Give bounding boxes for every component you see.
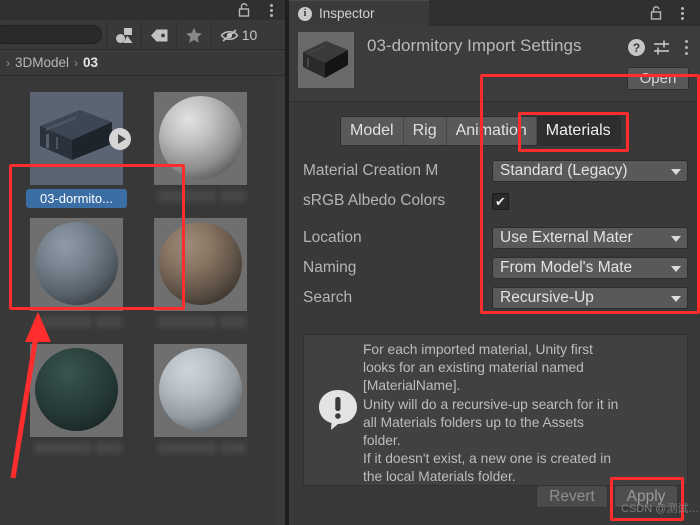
label-filter-button[interactable] — [141, 22, 176, 48]
info-icon: i — [298, 6, 312, 21]
asset-label-overflow — [220, 442, 246, 454]
asset-label — [158, 442, 216, 454]
hidden-filter-button[interactable]: 10 — [211, 22, 265, 48]
material-creation-mode-label: Material Creation M — [303, 162, 439, 179]
kebab-menu-icon[interactable] — [264, 2, 278, 18]
play-icon — [117, 134, 126, 144]
kebab-menu-icon[interactable] — [675, 5, 689, 21]
box-model-preview-icon — [40, 110, 112, 160]
tab-inspector[interactable]: i Inspector — [289, 0, 429, 26]
asset-label-overflow — [96, 316, 122, 328]
highlight-box-material-options — [480, 74, 700, 314]
breadcrumb-chevron-icon: › — [6, 55, 10, 70]
favorite-filter-button[interactable] — [176, 22, 211, 48]
breadcrumb-segment-3dmodel[interactable]: 3DModel — [15, 55, 69, 70]
preview-play-button[interactable] — [109, 128, 131, 150]
shapes-filter-icon — [115, 27, 132, 43]
help-icon[interactable]: ? — [628, 39, 645, 56]
asset-label-overflow — [220, 316, 246, 328]
preset-sliders-icon[interactable] — [653, 39, 671, 56]
inspector-panel: i Inspector 03-dormitory Import Settings… — [289, 0, 700, 525]
hidden-count-label: 10 — [241, 27, 258, 43]
help-info-box: For each imported material, Unity first … — [303, 334, 688, 486]
asset-label-overflow — [220, 190, 246, 202]
project-scrollbar-track[interactable] — [276, 76, 285, 525]
srgb-albedo-colors-label: sRGB Albedo Colors — [303, 192, 446, 209]
asset-label — [158, 316, 216, 328]
asset-item-material-5[interactable] — [144, 342, 270, 474]
eye-crossed-icon — [220, 28, 239, 42]
search-input[interactable] — [0, 25, 102, 44]
material-sphere-preview — [159, 348, 242, 431]
highlight-box-selected-asset — [9, 164, 185, 310]
naming-label: Naming — [303, 259, 357, 276]
annotation-arrow-icon — [10, 312, 51, 479]
breadcrumb-chevron-icon-2: › — [74, 55, 79, 70]
search-label: Search — [303, 289, 353, 306]
asset-grid: 03-dormito... — [0, 76, 276, 525]
star-icon — [186, 27, 202, 43]
project-search-toolbar: 10 — [0, 20, 288, 50]
breadcrumb: › 3DModel › 03 — [0, 50, 288, 76]
location-label: Location — [303, 229, 362, 246]
project-panel: 10 › 3DModel › 03 03-dormito... — [0, 0, 288, 525]
page-title: 03-dormitory Import Settings — [367, 36, 582, 55]
type-filter-button[interactable] — [106, 22, 141, 48]
unlock-icon[interactable] — [648, 5, 664, 21]
asset-thumbnail — [154, 344, 247, 437]
breadcrumb-segment-current[interactable]: 03 — [83, 55, 98, 70]
csdn-watermark: CSDN @测试… — [621, 503, 700, 515]
help-info-text: For each imported material, Unity first … — [363, 342, 619, 485]
asset-preview-thumbnail — [298, 32, 354, 88]
warning-speech-icon — [319, 390, 357, 430]
tag-icon — [150, 29, 167, 41]
inspector-tabstrip: i Inspector — [289, 0, 700, 26]
tab-model[interactable]: Model — [341, 117, 404, 145]
revert-button[interactable]: Revert — [536, 485, 608, 508]
unlock-icon[interactable] — [236, 2, 252, 18]
tab-inspector-label: Inspector — [319, 6, 375, 21]
tab-rig[interactable]: Rig — [403, 117, 447, 145]
asset-label-overflow — [96, 442, 122, 454]
kebab-menu-icon[interactable] — [679, 38, 693, 56]
unity-editor-window: 10 › 3DModel › 03 03-dormito... i Inspec… — [0, 0, 700, 525]
project-panel-topbar — [0, 0, 288, 20]
